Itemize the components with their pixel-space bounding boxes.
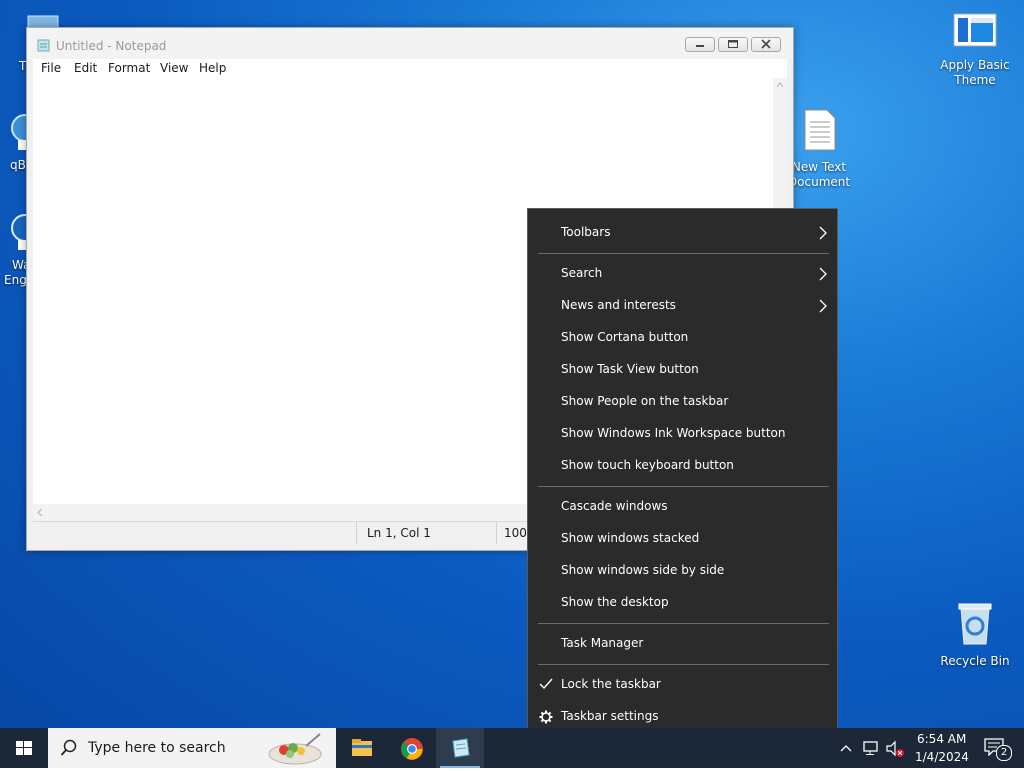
menu-item-toolbars[interactable]: Toolbars (528, 217, 837, 249)
menu-item-label: Show People on the taskbar (561, 394, 729, 408)
volume-muted-icon[interactable] (885, 740, 905, 758)
notification-count-badge: 2 (996, 745, 1012, 761)
taskbar-search-box[interactable]: Type here to search (48, 728, 336, 768)
search-placeholder: Type here to search (88, 740, 226, 756)
notepad-icon (452, 738, 470, 758)
desktop-icon-label: Recycle Bin (940, 654, 1010, 668)
scroll-left-icon[interactable] (33, 504, 47, 521)
menu-item-taskbar-settings[interactable]: Taskbar settings (528, 701, 837, 728)
menu-item-show-windows-side-by-side[interactable]: Show windows side by side (528, 555, 837, 587)
windows-logo-icon (16, 741, 32, 755)
desktop-icon-apply-basic-theme[interactable]: Apply Basic Theme (937, 12, 1013, 88)
checkmark-icon (539, 678, 553, 690)
menu-view[interactable]: View (160, 61, 188, 75)
cursor-position: Ln 1, Col 1 (367, 526, 431, 540)
menu-separator (538, 664, 829, 665)
file-explorer-icon (352, 739, 372, 756)
theme-icon (937, 12, 1013, 54)
gear-icon (539, 710, 553, 724)
menu-separator (538, 486, 829, 487)
maximize-button[interactable] (718, 37, 748, 52)
menu-item-label: Show Windows Ink Workspace button (561, 426, 786, 440)
chevron-up-icon[interactable] (839, 741, 853, 755)
menu-item-task-manager[interactable]: Task Manager (528, 628, 837, 660)
status-divider (496, 522, 497, 544)
desktop-icon-label: Apply Basic Theme (940, 58, 1010, 87)
chevron-right-icon (819, 226, 827, 240)
menu-item-show-windows-stacked[interactable]: Show windows stacked (528, 523, 837, 555)
menu-item-label: Toolbars (561, 225, 611, 239)
taskbar-notepad[interactable] (436, 728, 484, 768)
menu-item-show-cortana-button[interactable]: Show Cortana button (528, 322, 837, 354)
recycle-bin-icon (937, 600, 1013, 650)
menu-item-label: Lock the taskbar (561, 677, 661, 691)
taskbar-chrome[interactable] (388, 728, 436, 768)
menu-help[interactable]: Help (199, 61, 226, 75)
menu-item-show-the-desktop[interactable]: Show the desktop (528, 587, 837, 619)
taskbar: Type here to search 6:54 AM 1/4/2024 2 (0, 728, 1024, 768)
desktop-icon-recycle-bin[interactable]: Recycle Bin (937, 600, 1013, 669)
menu-item-show-windows-ink[interactable]: Show Windows Ink Workspace button (528, 418, 837, 450)
action-center-button[interactable]: 2 (978, 734, 1012, 762)
desktop: T qBi Wa Engi Apply Basic Theme New Text… (0, 0, 1024, 728)
chevron-right-icon (819, 299, 827, 313)
menu-item-label: Taskbar settings (561, 709, 659, 723)
menu-format[interactable]: Format (108, 61, 150, 75)
menu-item-label: Show Task View button (561, 362, 699, 376)
title-bar[interactable]: Untitled - Notepad (27, 28, 793, 59)
menu-edit[interactable]: Edit (74, 61, 97, 75)
close-icon (761, 39, 771, 49)
menu-separator (538, 623, 829, 624)
menu-item-cascade-windows[interactable]: Cascade windows (528, 491, 837, 523)
menu-item-label: Show the desktop (561, 595, 669, 609)
network-icon[interactable] (862, 740, 880, 756)
chevron-right-icon (819, 267, 827, 281)
menu-item-label: Show windows stacked (561, 531, 700, 545)
menu-item-show-touch-keyboard[interactable]: Show touch keyboard button (528, 450, 837, 482)
menu-item-label: Search (561, 266, 603, 280)
start-button[interactable] (0, 728, 48, 768)
menu-item-label: Task Manager (561, 636, 644, 650)
menu-item-show-people[interactable]: Show People on the taskbar (528, 386, 837, 418)
menu-item-label: Show touch keyboard button (561, 458, 734, 472)
menu-item-lock-the-taskbar[interactable]: Lock the taskbar (528, 669, 837, 701)
status-divider (356, 522, 357, 544)
minimize-icon (696, 45, 704, 47)
menu-item-label: Show Cortana button (561, 330, 689, 344)
menu-file[interactable]: File (41, 61, 61, 75)
clock-date[interactable]: 1/4/2024 (915, 750, 969, 764)
menu-separator (538, 253, 829, 254)
menu-bar: File Edit Format View Help (33, 59, 787, 78)
menu-item-search[interactable]: Search (528, 258, 837, 290)
notepad-app-icon (37, 39, 50, 52)
menu-item-label: Cascade windows (561, 499, 668, 513)
search-highlight-icon (268, 733, 322, 765)
taskbar-context-menu: Toolbars Search News and interests Show … (527, 208, 838, 728)
close-button[interactable] (751, 37, 781, 52)
menu-item-label: News and interests (561, 298, 676, 312)
window-title: Untitled - Notepad (56, 39, 167, 53)
chrome-icon (401, 738, 423, 760)
menu-item-show-task-view-button[interactable]: Show Task View button (528, 354, 837, 386)
clock-time[interactable]: 6:54 AM (917, 732, 966, 746)
minimize-button[interactable] (685, 37, 715, 52)
scroll-up-icon[interactable] (773, 78, 787, 92)
maximize-icon (728, 40, 738, 48)
search-icon (60, 739, 77, 756)
taskbar-file-explorer[interactable] (338, 728, 386, 768)
menu-item-news-and-interests[interactable]: News and interests (528, 290, 837, 322)
menu-item-label: Show windows side by side (561, 563, 725, 577)
